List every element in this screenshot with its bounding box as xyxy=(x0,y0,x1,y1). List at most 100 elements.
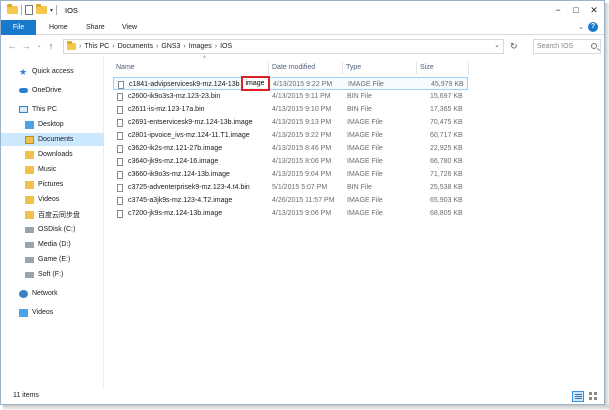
tab-file[interactable]: File xyxy=(1,20,36,35)
sidebar-item-documents[interactable]: Documents xyxy=(1,133,104,146)
file-name: c3725-adventerprisek9-mz.123-4.t4.bin xyxy=(128,184,250,191)
file-name: c3620-ik2s-mz.121-27b.image xyxy=(128,145,223,152)
computer-icon xyxy=(19,106,28,113)
file-type: BIN File xyxy=(347,93,372,100)
table-row[interactable]: c3660-ik9o3s-mz.124-13b.image 4/13/2015 … xyxy=(113,168,468,181)
quick-access-toolbar: ▾ xyxy=(7,4,58,15)
file-date: 4/13/2015 9:04 PM xyxy=(272,171,332,178)
column-header-size[interactable]: Size xyxy=(417,62,469,74)
baidu-sync-folder-icon xyxy=(25,210,34,219)
table-row[interactable]: c3620-ik2s-mz.121-27b.image 4/13/2015 8:… xyxy=(113,142,468,155)
file-type: IMAGE File xyxy=(347,171,383,178)
toolbar-divider xyxy=(56,5,58,15)
sidebar-item-media-d[interactable]: Media (D:) xyxy=(1,238,104,251)
chevron-right-icon[interactable]: › xyxy=(156,43,158,50)
sidebar-item-videos-library[interactable]: Videos xyxy=(1,306,104,319)
address-bar[interactable]: › This PC › Documents › GNS3 › Images › … xyxy=(63,39,504,54)
title-bar: ▾ IOS − □ ✕ xyxy=(1,1,604,20)
drive-icon xyxy=(25,271,34,278)
details-view-icon[interactable] xyxy=(572,391,584,402)
table-row[interactable]: c7200-jk9s-mz.124-13b.image 4/13/2015 9:… xyxy=(113,207,468,220)
back-arrow-icon[interactable]: ← xyxy=(6,39,18,53)
file-icon xyxy=(117,105,123,114)
breadcrumb-documents[interactable]: Documents xyxy=(118,43,153,50)
chevron-right-icon[interactable]: › xyxy=(79,43,81,50)
sidebar-item-music[interactable]: Music xyxy=(1,163,104,176)
star-icon: ★ xyxy=(19,66,28,77)
sidebar-item-videos[interactable]: Videos xyxy=(1,193,104,206)
table-row[interactable]: c2691-entservicesk9-mz.124-13b.image 4/1… xyxy=(113,116,468,129)
column-header-name[interactable]: Name xyxy=(113,62,269,74)
column-header-type[interactable]: Type xyxy=(343,62,417,74)
file-icon xyxy=(117,196,123,205)
table-row[interactable]: c3725-adventerprisek9-mz.123-4.t4.bin 5/… xyxy=(113,181,468,194)
sidebar-item-quick-access[interactable]: ★ Quick access xyxy=(1,65,104,78)
expand-ribbon-icon[interactable]: ⌄ xyxy=(578,23,584,31)
file-name: c2691-entservicesk9-mz.124-13b.image xyxy=(128,119,253,126)
file-icon xyxy=(117,183,123,192)
sidebar-item-soft-f[interactable]: Soft (F:) xyxy=(1,268,104,281)
table-row[interactable]: c2600-ik9o3s3-mz.123-23.bin 4/13/2015 9:… xyxy=(113,90,468,103)
sidebar-item-game-e[interactable]: Game (E:) xyxy=(1,253,104,266)
file-name: c3660-ik9o3s-mz.124-13b.image xyxy=(128,171,230,178)
recent-locations-icon[interactable]: ⌄ xyxy=(33,39,45,53)
explorer-window: ▾ IOS − □ ✕ File Home Share View ⌄ ? ← →… xyxy=(0,0,605,405)
desktop-folder-icon xyxy=(25,120,34,129)
music-folder-icon xyxy=(25,165,34,174)
sidebar-item-pictures[interactable]: Pictures xyxy=(1,178,104,191)
tab-share[interactable]: Share xyxy=(86,20,105,35)
file-row-renaming[interactable]: c1841-advipservicesk9-mz.124-13b image 4/… xyxy=(113,76,468,91)
documents-folder-icon xyxy=(25,135,34,144)
properties-icon[interactable] xyxy=(25,5,33,15)
file-icon xyxy=(117,170,123,179)
sidebar-item-this-pc[interactable]: This PC xyxy=(1,103,104,116)
maximize-icon[interactable]: □ xyxy=(568,3,584,17)
table-row[interactable]: c3745-a3jk9s-mz.123-4.T2.image 4/26/2015… xyxy=(113,194,468,207)
refresh-icon[interactable]: ↻ xyxy=(510,41,518,52)
tab-home[interactable]: Home xyxy=(49,20,68,35)
videos-library-icon xyxy=(19,308,28,317)
sidebar-item-osdisk-c[interactable]: OSDisk (C:) xyxy=(1,223,104,236)
search-input[interactable]: Search IOS xyxy=(533,39,601,54)
column-header-date[interactable]: Date modified xyxy=(269,62,343,74)
chevron-right-icon[interactable]: › xyxy=(112,43,114,50)
help-icon[interactable]: ? xyxy=(588,22,598,32)
file-size: 60,717 KB xyxy=(430,132,463,139)
sidebar-item-network[interactable]: Network xyxy=(1,287,104,300)
toolbar-divider xyxy=(21,5,22,15)
downloads-folder-icon xyxy=(25,150,34,159)
new-folder-icon[interactable] xyxy=(36,4,47,14)
table-row[interactable]: c2801-ipvoice_ivs-mz.124-11.T1.image 4/1… xyxy=(113,129,468,142)
chevron-right-icon[interactable]: › xyxy=(183,43,185,50)
large-icons-view-icon[interactable] xyxy=(588,391,600,402)
file-size: 71,726 KB xyxy=(430,171,463,178)
chevron-right-icon[interactable]: › xyxy=(215,43,217,50)
breadcrumb-gns3[interactable]: GNS3 xyxy=(161,43,180,50)
file-list-pane: ^ Name Date modified Type Size c1841-adv… xyxy=(105,56,604,389)
sidebar-item-downloads[interactable]: Downloads xyxy=(1,148,104,161)
rename-input[interactable]: image xyxy=(240,76,270,91)
customize-toolbar-icon[interactable]: ▾ xyxy=(50,7,53,14)
file-name: c3745-a3jk9s-mz.123-4.T2.image xyxy=(128,197,233,204)
breadcrumb-images[interactable]: Images xyxy=(189,43,212,50)
address-history-icon[interactable]: ⌄ xyxy=(494,41,500,49)
tab-view[interactable]: View xyxy=(122,20,137,35)
breadcrumb-this-pc[interactable]: This PC xyxy=(84,43,109,50)
file-size: 22,925 KB xyxy=(430,145,463,152)
file-size: 68,805 KB xyxy=(430,210,463,217)
file-name: c7200-jk9s-mz.124-13b.image xyxy=(128,210,223,217)
sidebar-item-onedrive[interactable]: OneDrive xyxy=(1,84,104,97)
close-icon[interactable]: ✕ xyxy=(586,3,602,17)
table-row[interactable]: c3640-jk9s-mz.124-16.image 4/13/2015 8:0… xyxy=(113,155,468,168)
file-name: c2600-ik9o3s3-mz.123-23.bin xyxy=(128,93,221,100)
up-arrow-icon[interactable]: ↑ xyxy=(45,39,57,53)
sidebar-item-desktop[interactable]: Desktop xyxy=(1,118,104,131)
file-name: c2611-is-mz.123-17a.bin xyxy=(128,106,205,113)
sidebar-item-baidu-sync[interactable]: 百度云同步盘 xyxy=(1,208,104,221)
folder-icon xyxy=(67,41,76,50)
minimize-icon[interactable]: − xyxy=(550,3,566,17)
file-type: IMAGE File xyxy=(347,197,383,204)
forward-arrow-icon[interactable]: → xyxy=(20,39,32,53)
breadcrumb-ios[interactable]: IOS xyxy=(220,43,232,50)
table-row[interactable]: c2611-is-mz.123-17a.bin 4/13/2015 9:10 P… xyxy=(113,103,468,116)
